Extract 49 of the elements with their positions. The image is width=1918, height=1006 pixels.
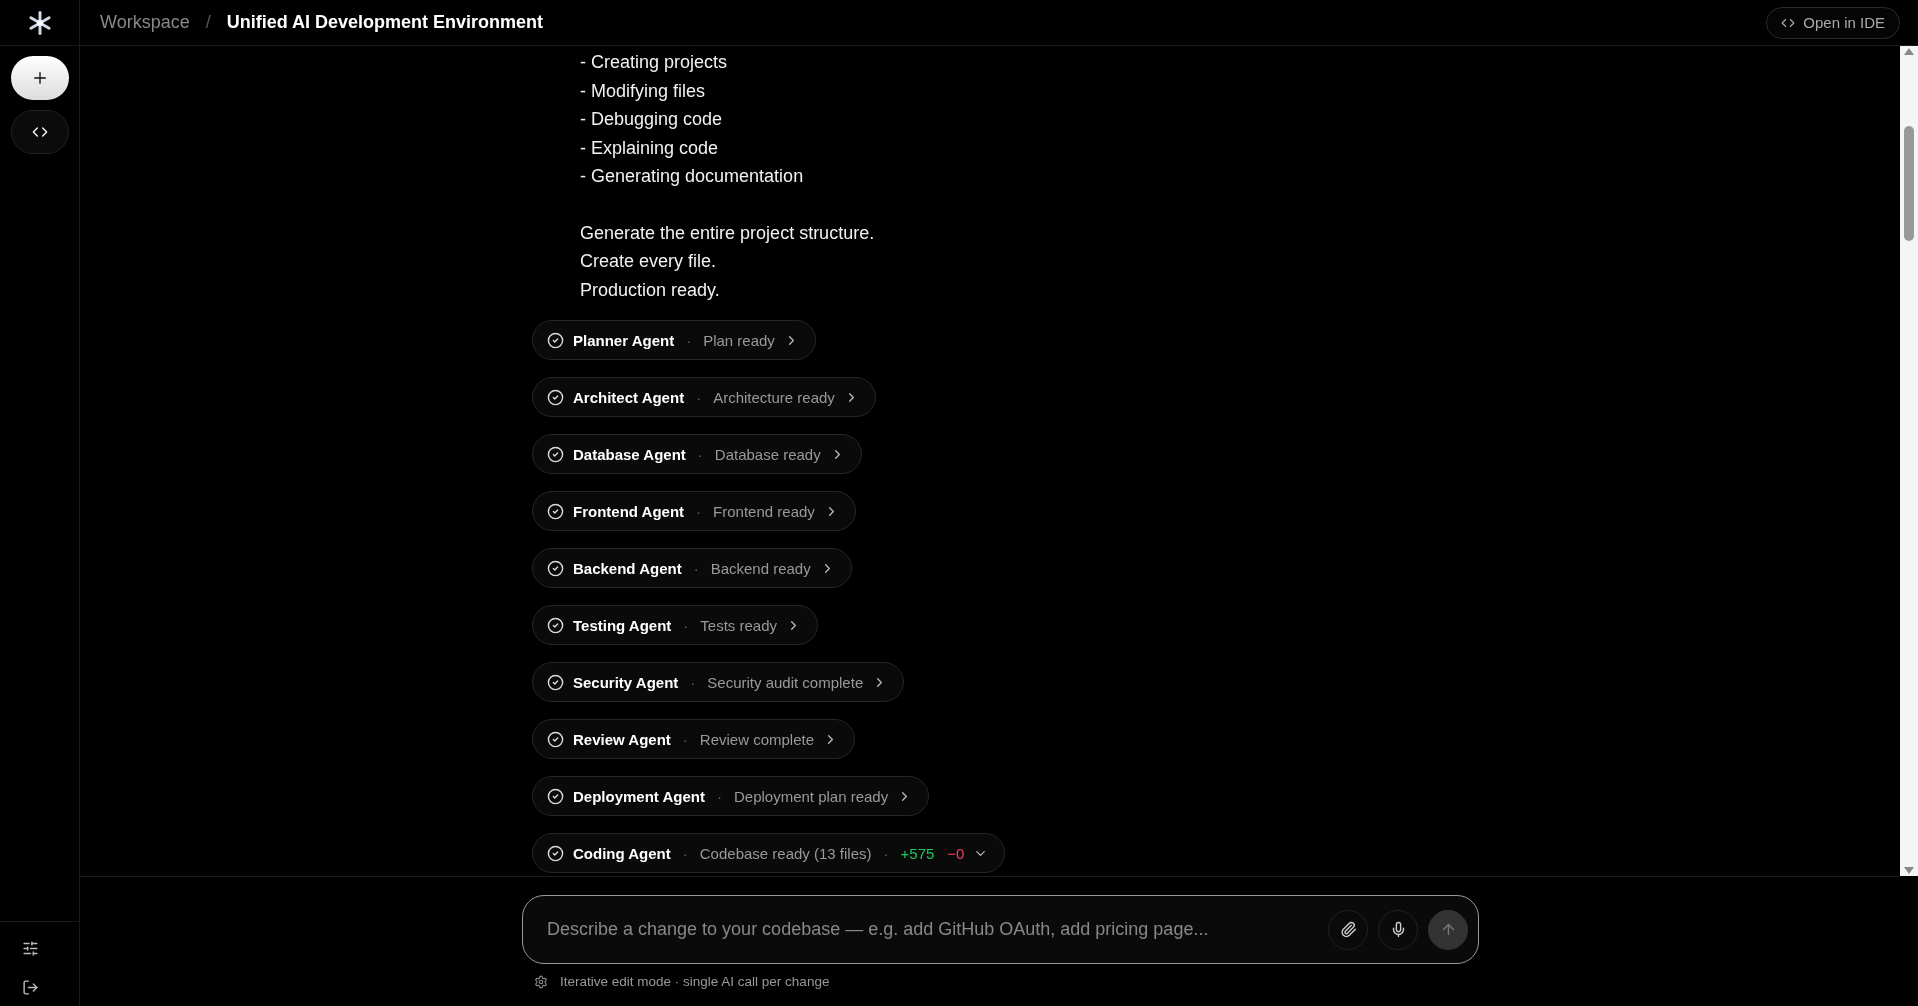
agent-status-pill[interactable]: Planner Agent · Plan ready [532, 320, 816, 360]
message-line: - Modifying files [579, 79, 707, 103]
agent-status-pill[interactable]: Database Agent · Database ready [532, 434, 862, 474]
scrollbar-thumb[interactable] [1904, 126, 1914, 241]
message-line: Generate the entire project structure. [579, 221, 876, 245]
message-line: - Creating projects [579, 51, 729, 74]
check-circle-icon [547, 673, 564, 691]
open-in-ide-button[interactable]: Open in IDE [1766, 6, 1900, 39]
check-circle-icon [547, 787, 564, 805]
project-title: Unified AI Development Environment [226, 12, 544, 33]
check-circle-icon [547, 559, 564, 577]
message-line: Create every file. [579, 250, 718, 273]
message-composer-field[interactable]: Describe a change to your codebase — e.g. add GitHub OAuth, add pricing page... [522, 895, 1479, 964]
check-circle-icon [547, 388, 564, 406]
message-line: - Generating documentation [579, 165, 805, 188]
message-line: Production ready. [579, 278, 721, 302]
check-circle-icon [547, 616, 564, 634]
paperclip-icon [1339, 921, 1357, 938]
message-line: - Explaining code [579, 136, 720, 160]
scroll-up-arrow-icon[interactable] [1903, 46, 1915, 56]
settings-sliders-icon[interactable] [22, 940, 39, 957]
breadcrumb-separator: / [205, 12, 211, 33]
check-circle-icon [547, 730, 564, 748]
check-circle-icon [547, 844, 564, 862]
check-circle-icon [547, 445, 564, 463]
send-button[interactable] [1428, 909, 1468, 950]
code-icon [31, 124, 48, 140]
attach-button[interactable] [1328, 909, 1368, 950]
scrollbar[interactable] [1900, 46, 1918, 876]
check-circle-icon [547, 502, 564, 520]
message-line: - Debugging code [579, 108, 724, 131]
gear-icon [534, 974, 548, 989]
agent-status-pill[interactable]: Deployment Agent · Deployment plan ready [532, 776, 930, 816]
agent-status-pill[interactable]: Review Agent · Review complete [532, 719, 856, 759]
mode-note: Iterative edit mode · single AI call per change [560, 974, 830, 989]
snowflake-logo-icon [27, 9, 52, 36]
agent-status-pill[interactable]: Security Agent · Security audit complete [532, 662, 905, 702]
agent-status-pill[interactable]: Backend Agent · Backend ready [532, 548, 852, 588]
agent-status-pill[interactable]: Coding Agent · Codebase ready (13 files) · +575 −0 [532, 833, 1006, 873]
logout-icon[interactable] [22, 979, 39, 996]
agent-status-pill[interactable]: Frontend Agent · Frontend ready [532, 491, 856, 531]
message-input-field[interactable]: Describe a change to your codebase — e.g. add GitHub OAuth, add pricing page... [545, 918, 1318, 941]
breadcrumb-link[interactable]: Workspace [100, 12, 190, 33]
scroll-down-arrow-icon[interactable] [1903, 866, 1915, 876]
agent-status-pill[interactable]: Testing Agent · Tests ready [532, 605, 819, 645]
agent-status-pill[interactable]: Architect Agent · Architecture ready [532, 377, 876, 417]
check-circle-icon [547, 331, 564, 349]
microphone-button[interactable] [1378, 909, 1418, 950]
new-button[interactable] [10, 56, 69, 100]
